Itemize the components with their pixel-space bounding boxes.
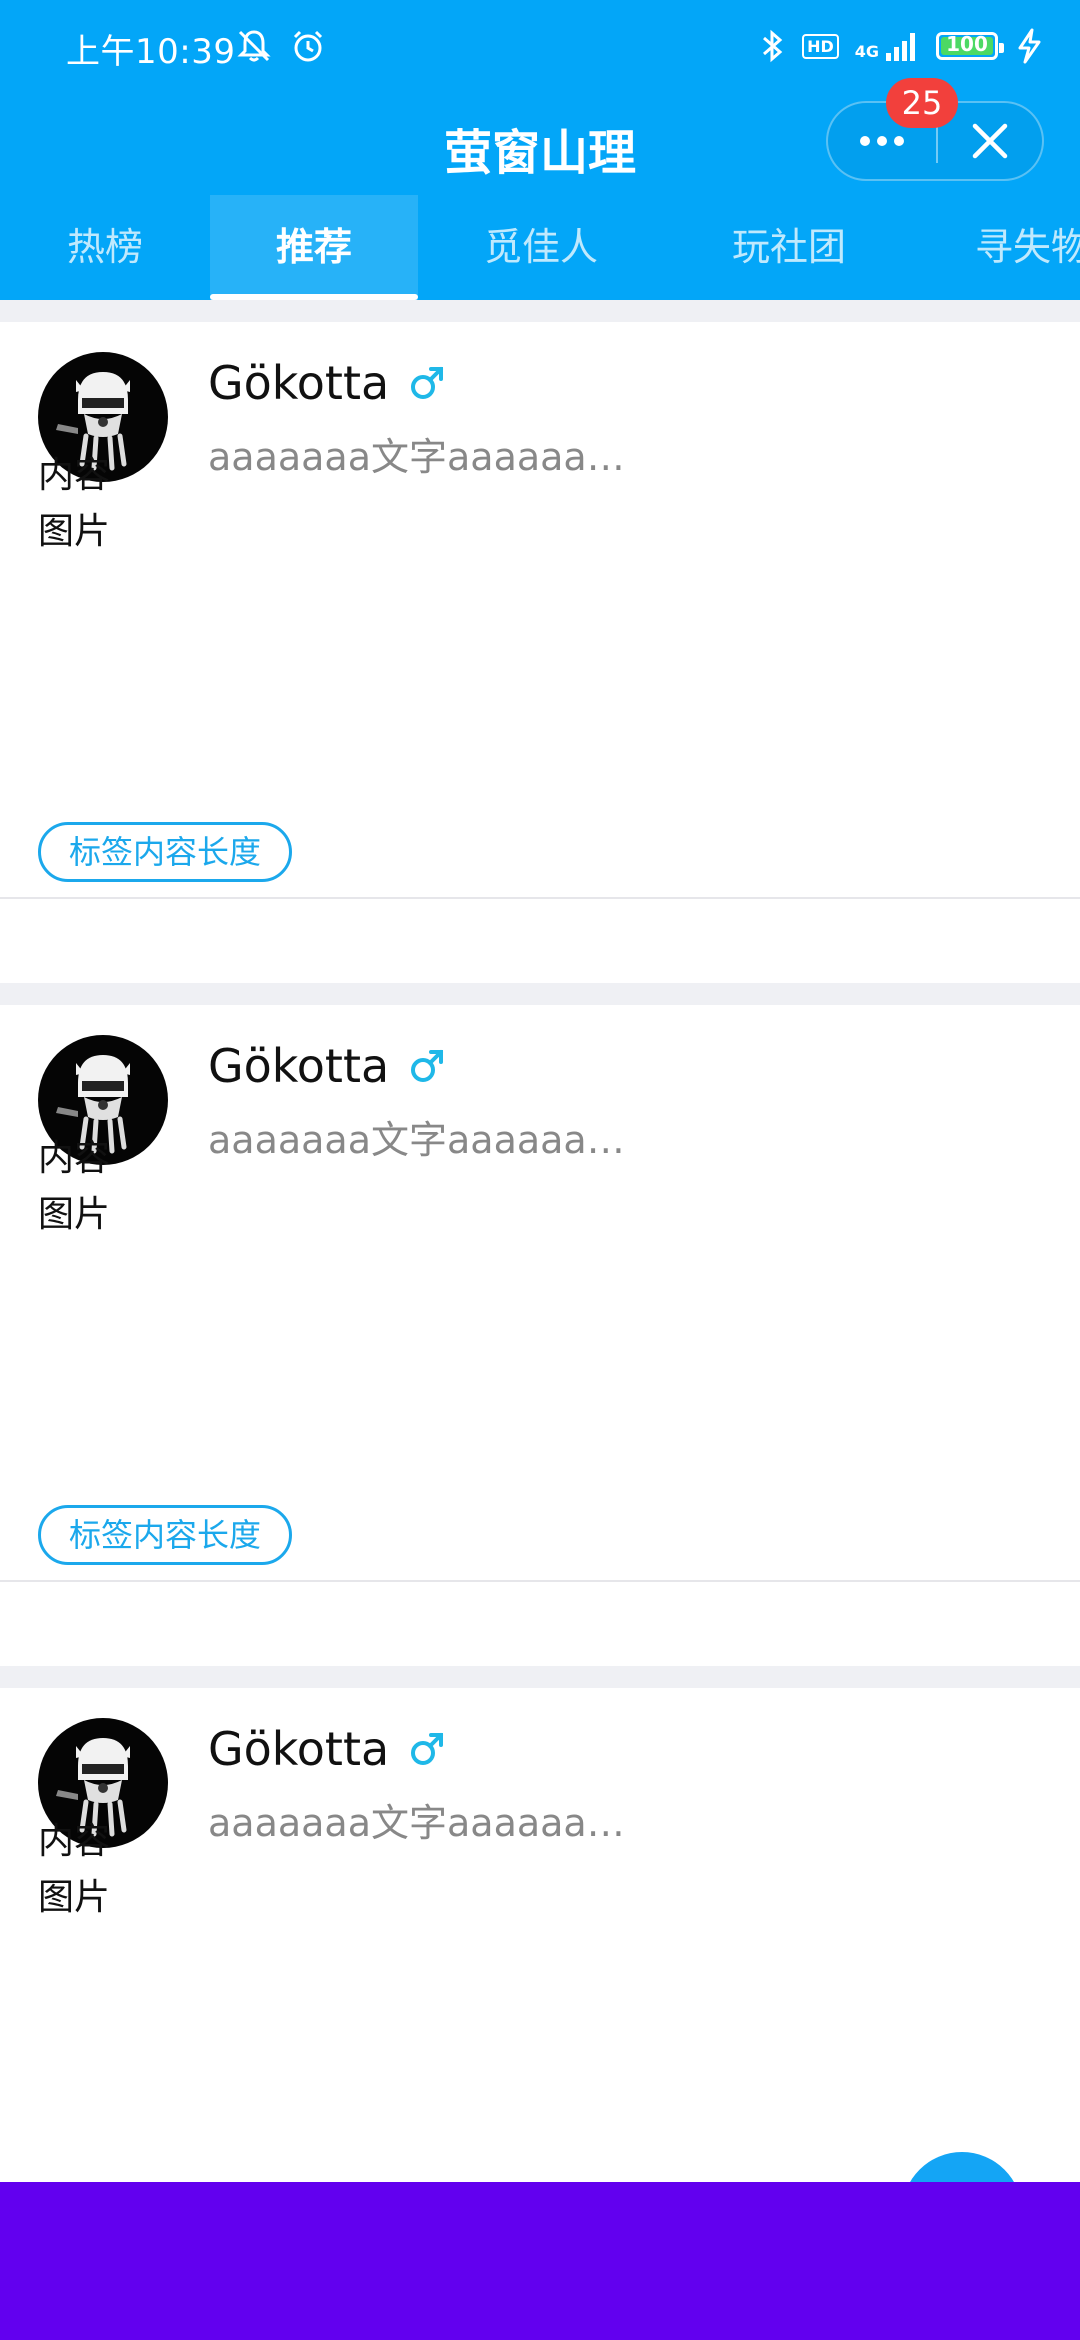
post-card[interactable]: Gökotta aaaaaaa文字aaaaaa… 内容 图片 标签内容长度 bbox=[0, 322, 1080, 900]
card-divider bbox=[0, 1580, 1080, 1582]
post-tag[interactable]: 标签内容长度 bbox=[38, 822, 293, 882]
male-gender-icon bbox=[411, 1733, 444, 1765]
charging-icon bbox=[1018, 28, 1041, 64]
battery-icon: 100 bbox=[936, 32, 1004, 60]
username[interactable]: Gökotta bbox=[208, 356, 447, 410]
post-content-image-label: 图片 bbox=[38, 1877, 111, 1918]
tab-lost-found[interactable]: 寻失物 bbox=[975, 195, 1080, 300]
post-content-text: 内容 bbox=[38, 1138, 111, 1179]
hd-badge: HD bbox=[802, 33, 839, 59]
tab-label: 玩社团 bbox=[731, 225, 846, 269]
card-footer-space bbox=[0, 1583, 1080, 1666]
feed-gap bbox=[0, 300, 1080, 322]
status-time: 上午10:39 bbox=[66, 32, 236, 72]
feed-gap bbox=[0, 983, 1080, 1005]
notification-badge: 25 bbox=[886, 78, 958, 128]
signal-indicator: 4G bbox=[855, 31, 920, 61]
bluetooth-icon bbox=[763, 29, 783, 63]
post-content-text: 内容 bbox=[38, 1821, 111, 1862]
tab-label: 觅佳人 bbox=[483, 225, 598, 269]
post-subtitle: aaaaaaa文字aaaaaa… bbox=[208, 1118, 625, 1162]
post-feed: Gökotta aaaaaaa文字aaaaaa… 内容 图片 标签内容长度 Gö… bbox=[0, 300, 1080, 2266]
card-divider bbox=[0, 897, 1080, 899]
mute-bell-icon bbox=[237, 30, 271, 62]
tab-find-partner[interactable]: 觅佳人 bbox=[436, 195, 646, 300]
post-content-image-label: 图片 bbox=[38, 511, 111, 552]
tab-hot[interactable]: 热榜 bbox=[0, 195, 210, 300]
male-gender-icon bbox=[411, 1050, 444, 1082]
bottom-bar bbox=[0, 2182, 1080, 2340]
tab-bar: 热榜 推荐 觅佳人 玩社团 寻失物 bbox=[0, 195, 1080, 300]
close-icon bbox=[972, 123, 1008, 159]
username-text: Gökotta bbox=[208, 356, 390, 410]
feed-gap bbox=[0, 1666, 1080, 1688]
post-tag[interactable]: 标签内容长度 bbox=[38, 1505, 293, 1565]
alarm-clock-icon bbox=[293, 30, 323, 62]
username-text: Gökotta bbox=[208, 1039, 390, 1093]
username[interactable]: Gökotta bbox=[208, 1722, 447, 1776]
app-header: 上午10:39 HD 4G 100 萤窗山理 25 热榜 推荐 觅佳人 玩社团 … bbox=[0, 0, 1080, 300]
post-content-image-label: 图片 bbox=[38, 1194, 111, 1235]
post-card[interactable]: Gökotta aaaaaaa文字aaaaaa… 内容 图片 标签内容长度 bbox=[0, 1005, 1080, 1583]
card-footer-space bbox=[0, 900, 1080, 983]
username[interactable]: Gökotta bbox=[208, 1039, 447, 1093]
tab-label: 推荐 bbox=[275, 225, 352, 269]
signal-icon bbox=[886, 33, 915, 61]
tab-clubs[interactable]: 玩社团 bbox=[684, 195, 894, 300]
status-left-icons bbox=[236, 28, 326, 64]
network-type: 4G bbox=[854, 42, 879, 61]
more-dots-icon bbox=[860, 136, 904, 146]
post-subtitle: aaaaaaa文字aaaaaa… bbox=[208, 1801, 625, 1845]
male-gender-icon bbox=[411, 367, 444, 399]
battery-level: 100 bbox=[946, 32, 988, 56]
tab-recommend[interactable]: 推荐 bbox=[210, 195, 418, 300]
post-subtitle: aaaaaaa文字aaaaaa… bbox=[208, 435, 625, 479]
tab-label: 寻失物 bbox=[975, 225, 1080, 269]
post-content-text: 内容 bbox=[38, 455, 111, 496]
tab-label: 热榜 bbox=[66, 225, 143, 269]
username-text: Gökotta bbox=[208, 1722, 390, 1776]
status-right-icons: HD 4G 100 bbox=[760, 28, 1044, 64]
